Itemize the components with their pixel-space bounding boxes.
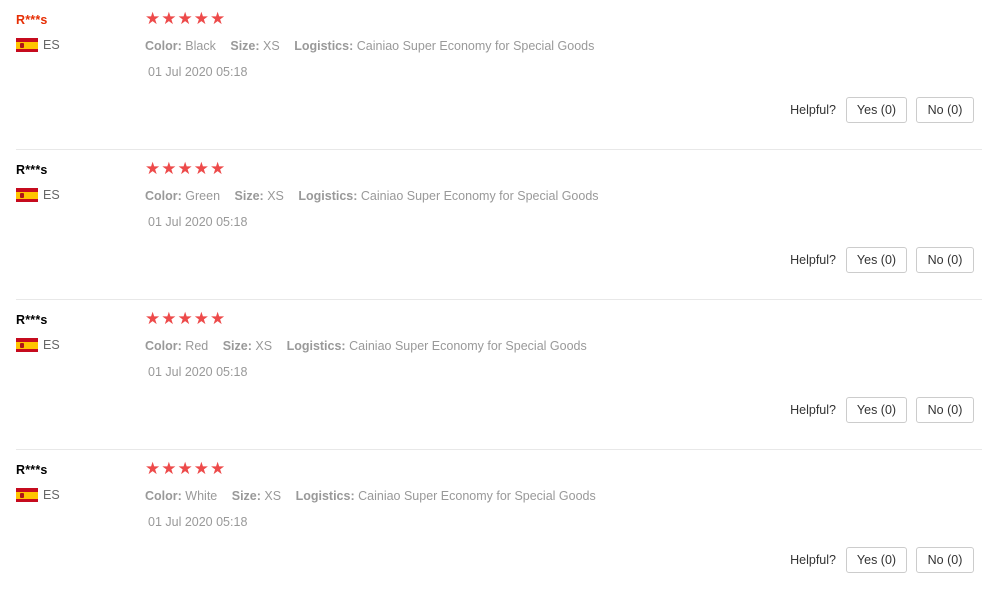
- star-icon: ★: [177, 9, 193, 29]
- logistics-attribute: Logistics: Cainiao Super Economy for Spe…: [294, 39, 595, 53]
- star-rating: ★ ★ ★ ★ ★: [145, 10, 225, 28]
- size-attribute: Size: XS: [231, 489, 282, 503]
- country-code: ES: [43, 338, 60, 352]
- helpful-no-button[interactable]: No (0): [916, 547, 974, 573]
- star-rating: ★ ★ ★ ★ ★: [145, 310, 225, 328]
- review-date: 01 Jul 2020 05:18: [148, 215, 248, 229]
- review-item: R***s ES ★ ★ ★ ★ ★ Color: Red Size: XS L…: [16, 300, 982, 450]
- product-attributes: Color: White Size: XS Logistics: Cainiao…: [145, 489, 607, 503]
- reviewer-name[interactable]: R***s: [16, 313, 48, 327]
- star-icon: ★: [145, 459, 161, 479]
- star-icon: ★: [177, 459, 193, 479]
- helpful-yes-button[interactable]: Yes (0): [846, 547, 907, 573]
- helpful-yes-button[interactable]: Yes (0): [846, 397, 907, 423]
- star-icon: ★: [145, 159, 161, 179]
- country-code: ES: [43, 188, 60, 202]
- country-code: ES: [43, 38, 60, 52]
- helpful-label: Helpful?: [790, 253, 836, 267]
- star-rating: ★ ★ ★ ★ ★: [145, 160, 225, 178]
- reviewer-country: ES: [16, 38, 60, 52]
- reviewer-name[interactable]: R***s: [16, 163, 48, 177]
- helpful-no-button[interactable]: No (0): [916, 397, 974, 423]
- review-item: R***s ES ★ ★ ★ ★ ★ Color: White Size: XS…: [16, 450, 982, 600]
- star-icon: ★: [161, 9, 177, 29]
- review-date: 01 Jul 2020 05:18: [148, 365, 248, 379]
- country-code: ES: [43, 488, 60, 502]
- star-icon: ★: [161, 159, 177, 179]
- helpful-label: Helpful?: [790, 403, 836, 417]
- size-attribute: Size: XS: [230, 39, 280, 53]
- star-icon: ★: [210, 309, 226, 329]
- star-rating: ★ ★ ★ ★ ★: [145, 460, 225, 478]
- helpful-label: Helpful?: [790, 103, 836, 117]
- helpful-no-button[interactable]: No (0): [916, 247, 974, 273]
- helpful-vote: Helpful? Yes (0) No (0): [790, 397, 974, 423]
- spain-flag-icon: [16, 338, 38, 352]
- review-date: 01 Jul 2020 05:18: [148, 515, 248, 529]
- review-item: R***s ES ★ ★ ★ ★ ★ Color: Green Size: XS…: [16, 150, 982, 300]
- star-icon: ★: [161, 459, 177, 479]
- size-attribute: Size: XS: [222, 339, 273, 353]
- helpful-no-button[interactable]: No (0): [916, 97, 974, 123]
- reviewer-name[interactable]: R***s: [16, 463, 48, 477]
- product-attributes: Color: Black Size: XS Logistics: Cainiao…: [145, 39, 605, 53]
- star-icon: ★: [193, 159, 209, 179]
- star-icon: ★: [193, 309, 209, 329]
- reviewer-country: ES: [16, 488, 60, 502]
- color-attribute: Color: White: [145, 489, 218, 503]
- helpful-yes-button[interactable]: Yes (0): [846, 247, 907, 273]
- star-icon: ★: [193, 459, 209, 479]
- star-icon: ★: [210, 159, 226, 179]
- logistics-attribute: Logistics: Cainiao Super Economy for Spe…: [286, 339, 587, 353]
- color-attribute: Color: Green: [145, 189, 221, 203]
- star-icon: ★: [210, 459, 226, 479]
- helpful-label: Helpful?: [790, 553, 836, 567]
- reviewer-country: ES: [16, 338, 60, 352]
- reviewer-country: ES: [16, 188, 60, 202]
- spain-flag-icon: [16, 38, 38, 52]
- logistics-attribute: Logistics: Cainiao Super Economy for Spe…: [298, 189, 599, 203]
- helpful-vote: Helpful? Yes (0) No (0): [790, 97, 974, 123]
- star-icon: ★: [193, 9, 209, 29]
- reviewer-name[interactable]: R***s: [16, 13, 48, 27]
- review-item: R***s ES ★ ★ ★ ★ ★ Color: Black Size: XS…: [16, 0, 982, 150]
- product-attributes: Color: Red Size: XS Logistics: Cainiao S…: [145, 339, 598, 353]
- star-icon: ★: [161, 309, 177, 329]
- star-icon: ★: [210, 9, 226, 29]
- helpful-vote: Helpful? Yes (0) No (0): [790, 247, 974, 273]
- logistics-attribute: Logistics: Cainiao Super Economy for Spe…: [295, 489, 596, 503]
- spain-flag-icon: [16, 188, 38, 202]
- helpful-yes-button[interactable]: Yes (0): [846, 97, 907, 123]
- color-attribute: Color: Black: [145, 39, 216, 53]
- helpful-vote: Helpful? Yes (0) No (0): [790, 547, 974, 573]
- spain-flag-icon: [16, 488, 38, 502]
- review-date: 01 Jul 2020 05:18: [148, 65, 248, 79]
- size-attribute: Size: XS: [234, 189, 284, 203]
- star-icon: ★: [177, 309, 193, 329]
- star-icon: ★: [145, 309, 161, 329]
- star-icon: ★: [145, 9, 161, 29]
- star-icon: ★: [177, 159, 193, 179]
- product-attributes: Color: Green Size: XS Logistics: Cainiao…: [145, 189, 610, 203]
- color-attribute: Color: Red: [145, 339, 209, 353]
